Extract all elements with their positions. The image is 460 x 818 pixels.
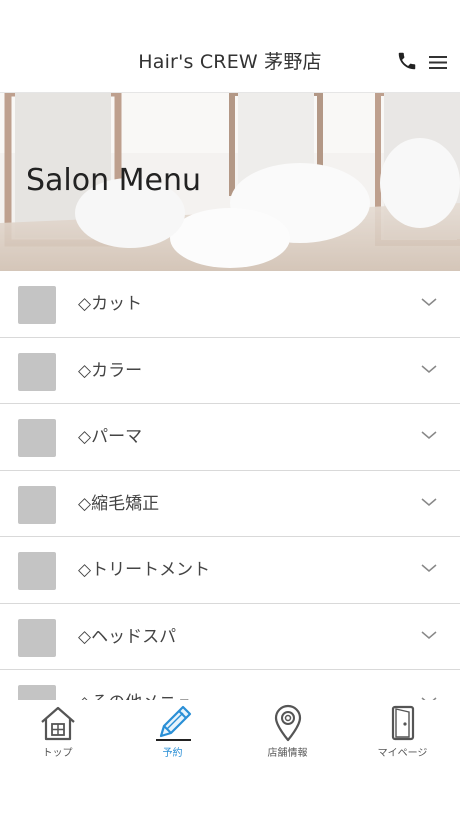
menu-item-label: ◇パーマ: [78, 427, 143, 447]
chevron-down-icon[interactable]: [421, 364, 437, 374]
hamburger-menu-icon[interactable]: [428, 53, 448, 71]
menu-item-headspa[interactable]: ◇ヘッドスパ: [0, 604, 460, 670]
app-header: Hair's CREW 茅野店: [0, 0, 460, 93]
salon-menu-list: ◇カット ◇カラー ◇パーマ ◇縮毛矯正 ◇トリートメント ◇ヘッドスパ ◇その…: [0, 271, 460, 700]
menu-thumbnail: [18, 618, 56, 657]
menu-item-label: ◇縮毛矯正: [78, 493, 160, 514]
tab-label: トップ: [42, 748, 73, 759]
menu-thumbnail: [18, 485, 56, 524]
tab-label: マイページ: [377, 748, 428, 759]
tab-store-info[interactable]: 店舗情報: [230, 700, 345, 760]
menu-item-label: ◇トリートメント: [78, 560, 211, 580]
chevron-down-icon[interactable]: [421, 563, 437, 573]
tab-my-page[interactable]: マイページ: [345, 700, 460, 760]
menu-thumbnail: [18, 419, 56, 457]
header-title: Hair's CREW 茅野店: [138, 51, 322, 73]
chevron-down-icon[interactable]: [421, 430, 437, 440]
menu-item-label: ◇ヘッドスパ: [78, 626, 177, 647]
menu-thumbnail: [18, 286, 56, 324]
hero-title: Salon Menu: [26, 163, 202, 198]
door-icon: [391, 705, 414, 741]
menu-item-label: ◇カット: [78, 294, 143, 314]
phone-icon[interactable]: [396, 50, 418, 72]
menu-thumbnail: [18, 352, 56, 391]
menu-thumbnail: [18, 552, 56, 590]
menu-item-label: ◇その他メニュー: [78, 688, 210, 700]
menu-item-treatment[interactable]: ◇トリートメント: [0, 537, 460, 604]
menu-thumbnail: [18, 685, 56, 700]
chevron-down-icon[interactable]: [421, 297, 437, 307]
menu-item-perm[interactable]: ◇パーマ: [0, 404, 460, 471]
home-icon: [40, 706, 75, 741]
map-pin-icon: [274, 704, 301, 742]
tab-label: 予約: [162, 748, 183, 759]
chevron-down-icon[interactable]: [421, 497, 437, 507]
tab-reservation[interactable]: 予約: [115, 700, 230, 760]
pencil-icon: [155, 705, 191, 741]
bottom-tab-bar: トップ 予約 店舗情報 マイページ: [0, 700, 460, 818]
menu-item-straightening[interactable]: ◇縮毛矯正: [0, 471, 460, 537]
menu-item-other[interactable]: ◇その他メニュー: [0, 670, 460, 700]
hero-banner: Salon Menu: [0, 93, 460, 271]
menu-item-cut[interactable]: ◇カット: [0, 271, 460, 338]
tab-label: 店舗情報: [267, 748, 308, 759]
chevron-down-icon[interactable]: [421, 630, 437, 640]
menu-item-label: ◇カラー: [78, 360, 143, 381]
tab-top[interactable]: トップ: [0, 700, 115, 760]
menu-item-color[interactable]: ◇カラー: [0, 338, 460, 404]
